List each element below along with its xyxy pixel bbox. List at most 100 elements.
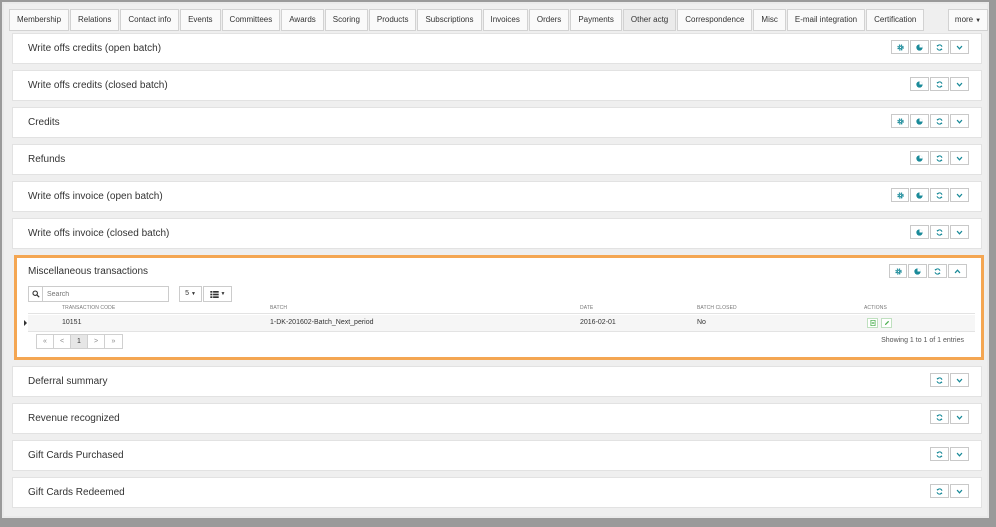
refresh-button[interactable] <box>930 77 949 91</box>
cell-transaction-code: 10151 <box>62 319 82 326</box>
tab-committees[interactable]: Committees <box>221 9 281 31</box>
panel-title: Credits <box>28 117 60 128</box>
refresh-button[interactable] <box>930 373 949 387</box>
chevron-down-icon <box>956 45 963 50</box>
panel-title: Gift Cards Redeemed <box>28 487 125 498</box>
column-header-batch-closed[interactable]: BATCH CLOSED <box>697 305 737 311</box>
refresh-icon <box>936 376 943 384</box>
tab-other-actg[interactable]: Other actg <box>622 9 677 31</box>
first-page-button[interactable]: « <box>37 335 54 348</box>
expand-button[interactable] <box>950 114 969 128</box>
table-row[interactable]: 10151 1-DK-201602-Batch_Next_period 2016… <box>24 315 975 332</box>
cell-date: 2016-02-01 <box>580 319 616 326</box>
tab-invoices[interactable]: Invoices <box>482 9 528 31</box>
prev-page-button[interactable]: < <box>54 335 71 348</box>
refresh-button[interactable] <box>930 40 949 54</box>
panel-title: Revenue recognized <box>28 413 120 424</box>
expand-button[interactable] <box>950 77 969 91</box>
tab-events[interactable]: Events <box>180 9 221 31</box>
refresh-button[interactable] <box>930 410 949 424</box>
tab-relations[interactable]: Relations <box>70 9 120 31</box>
refresh-button[interactable] <box>930 114 949 128</box>
expand-button[interactable] <box>950 410 969 424</box>
more-tabs-button[interactable]: more ▼ <box>948 9 988 31</box>
column-header-actions: ACTIONS <box>864 305 887 311</box>
tab-scoring[interactable]: Scoring <box>324 9 368 31</box>
collapse-button[interactable] <box>948 264 967 278</box>
chevron-down-icon <box>956 489 963 494</box>
table-search <box>28 286 169 302</box>
tab-products[interactable]: Products <box>368 9 417 31</box>
pie-chart-icon <box>916 228 923 236</box>
tab-misc[interactable]: Misc <box>753 9 786 31</box>
edit-button[interactable] <box>881 318 892 328</box>
document-icon <box>870 320 875 326</box>
panel-title: Gift Cards Purchased <box>28 450 124 461</box>
chart-button[interactable] <box>910 114 929 128</box>
settings-button[interactable] <box>891 188 909 202</box>
tab-certification[interactable]: Certification <box>866 9 925 31</box>
tab-payments[interactable]: Payments <box>570 9 622 31</box>
page-length-select[interactable]: 5 ▼ <box>179 286 202 302</box>
column-header-date[interactable]: DATE <box>580 305 593 311</box>
refresh-button[interactable] <box>930 188 949 202</box>
pie-chart-icon <box>916 43 923 51</box>
tab-membership[interactable]: Membership <box>9 9 70 31</box>
refresh-button[interactable] <box>930 484 949 498</box>
chart-button[interactable] <box>910 77 929 91</box>
refresh-icon <box>936 487 943 495</box>
tab-email-integration[interactable]: E-mail integration <box>786 9 866 31</box>
settings-button[interactable] <box>891 40 909 54</box>
tab-subscriptions[interactable]: Subscriptions <box>417 9 482 31</box>
tab-awards[interactable]: Awards <box>281 9 324 31</box>
refresh-icon <box>936 154 943 162</box>
panel-write-offs-credits-open: Write offs credits (open batch) <box>12 33 982 64</box>
refresh-button[interactable] <box>930 151 949 165</box>
column-header-transaction-code[interactable]: TRANSACTION CODE <box>62 305 115 311</box>
settings-button[interactable] <box>891 114 909 128</box>
table-header: TRANSACTION CODE BATCH DATE BATCH CLOSED… <box>28 305 975 314</box>
expand-button[interactable] <box>950 373 969 387</box>
refresh-button[interactable] <box>928 264 947 278</box>
chevron-down-icon <box>956 378 963 383</box>
panel-gift-cards-purchased: Gift Cards Purchased <box>12 440 982 471</box>
panel-deferral-summary: Deferral summary <box>12 366 982 397</box>
refresh-button[interactable] <box>930 225 949 239</box>
tab-correspondence[interactable]: Correspondence <box>677 9 753 31</box>
next-page-button[interactable]: > <box>88 335 105 348</box>
more-label: more <box>954 15 974 24</box>
page-length-value: 5 <box>185 290 189 297</box>
row-expand-icon[interactable] <box>24 320 27 326</box>
page-1-button[interactable]: 1 <box>71 335 88 348</box>
panel-write-offs-credits-closed: Write offs credits (closed batch) <box>12 70 982 101</box>
expand-button[interactable] <box>950 40 969 54</box>
expand-button[interactable] <box>950 447 969 461</box>
expand-button[interactable] <box>950 484 969 498</box>
chart-button[interactable] <box>910 225 929 239</box>
tab-orders[interactable]: Orders <box>528 9 570 31</box>
gear-icon <box>896 191 904 199</box>
panel-revenue-recognized: Revenue recognized <box>12 403 982 434</box>
panel-miscellaneous-transactions: Miscellaneous transactions 5 ▼ ▼ TRANSAC… <box>14 255 984 360</box>
pie-chart-icon <box>916 80 923 88</box>
refresh-icon <box>936 43 943 51</box>
refresh-button[interactable] <box>930 447 949 461</box>
chart-button[interactable] <box>910 188 929 202</box>
expand-button[interactable] <box>950 151 969 165</box>
chart-button[interactable] <box>910 40 929 54</box>
tab-contact-info[interactable]: Contact info <box>120 9 180 31</box>
chevron-down-icon <box>956 230 963 235</box>
expand-button[interactable] <box>950 225 969 239</box>
expand-button[interactable] <box>950 188 969 202</box>
settings-button[interactable] <box>889 264 907 278</box>
panel-write-offs-invoice-closed: Write offs invoice (closed batch) <box>12 218 982 249</box>
last-page-button[interactable]: » <box>105 335 122 348</box>
chevron-up-icon <box>954 268 961 273</box>
chart-button[interactable] <box>910 151 929 165</box>
column-visibility-button[interactable]: ▼ <box>203 286 232 302</box>
chart-button[interactable] <box>908 264 927 278</box>
view-button[interactable] <box>867 318 878 328</box>
column-header-batch[interactable]: BATCH <box>270 305 287 311</box>
refresh-icon <box>936 117 943 125</box>
search-input[interactable] <box>43 287 168 301</box>
